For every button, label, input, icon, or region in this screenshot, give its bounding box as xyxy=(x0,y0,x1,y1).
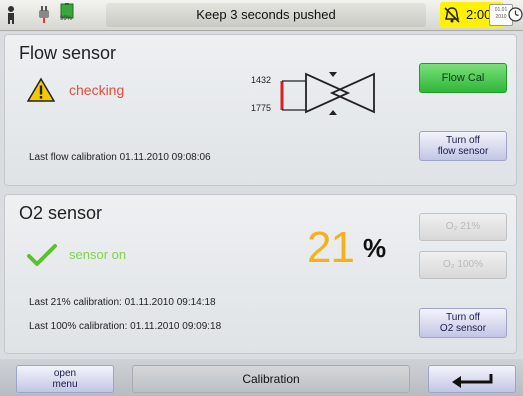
plug-icon xyxy=(39,6,49,23)
screen-title: Calibration xyxy=(132,365,410,393)
last-flow-calibration: Last flow calibration 01.11.2010 09:08:0… xyxy=(29,152,211,163)
bottom-bar: open menu Calibration xyxy=(0,359,523,396)
flow-sensor-panel: Flow sensor checking 1432 1775 Flow Cal … xyxy=(4,34,517,186)
o2-value: 21 xyxy=(307,223,355,272)
turn-off-o2-line1: Turn off xyxy=(446,312,480,323)
open-menu-button[interactable]: open menu xyxy=(16,365,114,393)
o2-100-calibration-button[interactable]: O₂ 100% xyxy=(419,251,507,279)
warning-icon xyxy=(27,77,55,102)
open-menu-line2: menu xyxy=(52,379,78,390)
flow-cal-button[interactable]: Flow Cal xyxy=(419,63,507,93)
o2-sensor-panel: O2 sensor sensor on 21 % O₂ 21% O₂ 100% … xyxy=(4,194,517,354)
battery-percent: 99% xyxy=(60,16,73,22)
status-message: Keep 3 seconds pushed xyxy=(106,3,426,27)
o2-unit: % xyxy=(363,233,387,263)
flow-sensor-status: checking xyxy=(69,82,125,98)
o2-sensor-status: sensor on xyxy=(69,247,127,262)
alarm-time: 2:00 xyxy=(466,7,492,22)
open-menu-line1: open xyxy=(53,368,77,379)
o2-sensor-title: O2 sensor xyxy=(19,203,103,223)
turn-off-flow-sensor-button[interactable]: Turn off flow sensor xyxy=(419,131,507,161)
valve-icon xyxy=(280,72,375,115)
turn-off-flow-line1: Turn off xyxy=(446,135,480,146)
top-status-bar: 99% Keep 3 seconds pushed 2:00 01.01 201… xyxy=(0,0,523,31)
turn-off-flow-line2: flow sensor xyxy=(437,146,489,157)
back-button[interactable] xyxy=(428,365,516,393)
turn-off-o2-sensor-button[interactable]: Turn off O2 sensor xyxy=(419,308,507,338)
flow-value-top: 1432 xyxy=(251,75,272,85)
battery-icon xyxy=(60,3,74,19)
person-icon xyxy=(8,6,14,24)
last-100-calibration: Last 100% calibration: 01.11.2010 09:09:… xyxy=(29,321,222,332)
alarm-bell-icon xyxy=(444,7,460,23)
back-arrow-icon xyxy=(452,374,493,388)
turn-off-o2-line2: O2 sensor xyxy=(439,323,487,334)
flow-value-bottom: 1775 xyxy=(251,103,272,113)
flow-sensor-title: Flow sensor xyxy=(19,43,117,63)
check-icon xyxy=(27,244,57,266)
last-21-calibration: Last 21% calibration: 01.11.2010 09:14:1… xyxy=(29,297,216,308)
clock-icon xyxy=(508,7,523,22)
o2-21-calibration-button[interactable]: O₂ 21% xyxy=(419,213,507,241)
